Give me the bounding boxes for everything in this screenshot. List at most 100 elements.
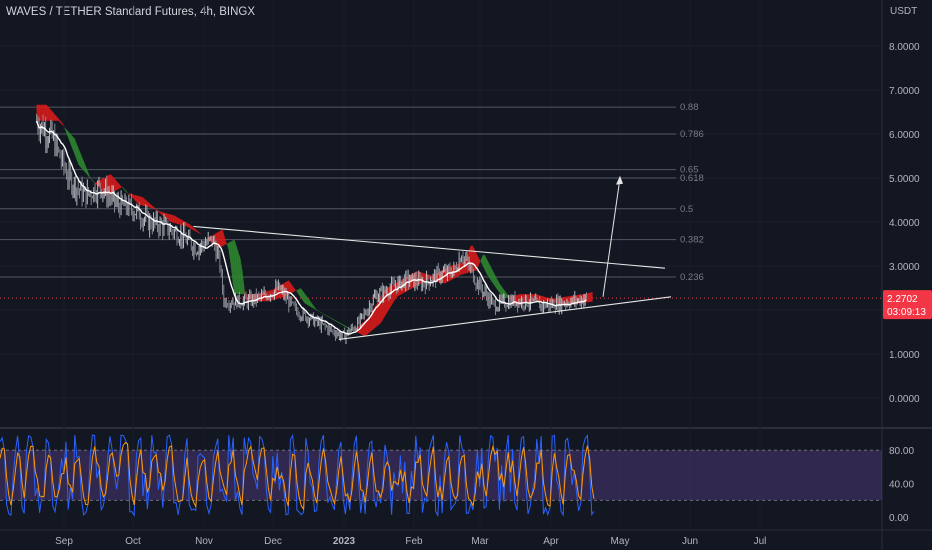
- cloud-segment: [186, 222, 189, 228]
- cloud-segment: [222, 229, 225, 247]
- cloud-segment: [360, 322, 363, 336]
- time-axis[interactable]: Sep Oct Nov Dec 2023 Feb Mar Apr May Jun Jul: [55, 536, 766, 547]
- cloud-segment: [66, 129, 69, 139]
- cloud-segment: [540, 295, 543, 302]
- cloud-segment: [472, 245, 475, 272]
- cloud-segment: [226, 242, 229, 250]
- cloud-segment: [74, 138, 77, 160]
- cloud-segment: [168, 213, 171, 223]
- cloud-segment: [80, 153, 83, 170]
- cloud-segment: [174, 215, 177, 224]
- cloud-segment: [238, 252, 241, 295]
- cloud-segment: [496, 277, 499, 292]
- cloud-segment: [492, 270, 495, 286]
- cloud-segment: [148, 202, 151, 208]
- cloud-segment: [498, 281, 501, 295]
- cloud-segment: [330, 317, 333, 320]
- cloud-segment: [376, 300, 379, 327]
- cloud-segment: [590, 292, 593, 302]
- cloud-segment: [290, 282, 293, 294]
- cloud-segment: [240, 259, 243, 295]
- fib-level-label: 0.88: [680, 102, 699, 113]
- cloud-segment: [136, 195, 139, 205]
- cloud-segment: [482, 254, 485, 270]
- upper-trendline: [193, 225, 666, 269]
- cloud-segment: [134, 194, 137, 203]
- stoch-tick-label: 40.00: [889, 480, 914, 491]
- cloud-segment: [336, 320, 339, 323]
- fib-level-label: 0.382: [680, 235, 704, 246]
- cloud-segment: [306, 295, 309, 306]
- cloud-segment: [318, 310, 321, 313]
- chart[interactable]: 1.2720.880.7860.650.6180.50.3820.236 USD…: [0, 0, 932, 550]
- fib-level-label: 0.5: [680, 204, 693, 215]
- cloud-segment: [194, 228, 197, 232]
- cloud-segment: [488, 262, 491, 281]
- price-tick-label: 7.0000: [889, 86, 920, 97]
- time-tick-label: Dec: [264, 536, 282, 547]
- cloud-segment: [312, 304, 315, 310]
- cloud-segment: [302, 290, 305, 304]
- cloud-segment: [176, 216, 179, 225]
- cloud-segment: [170, 214, 173, 223]
- cloud-segment: [172, 215, 175, 224]
- cloud-segment: [320, 312, 323, 314]
- cloud-segment: [56, 116, 59, 121]
- cloud-segment: [230, 240, 233, 282]
- cloud-segment: [200, 233, 203, 236]
- cloud-segment: [328, 316, 331, 319]
- fib-level-label: 0.618: [680, 173, 704, 184]
- price-tick-label: 0.0000: [889, 394, 920, 405]
- time-tick-label: Jun: [682, 536, 698, 547]
- cloud-segment: [486, 258, 489, 278]
- cloud-segment: [150, 204, 153, 209]
- cloud-segment: [480, 255, 483, 266]
- price-tick-label: 1.0000: [889, 350, 920, 361]
- current-price-label: 2.2702: [887, 294, 918, 305]
- trendline-drawings[interactable]: [193, 175, 672, 341]
- stoch-tick-label: 0.00: [889, 513, 909, 524]
- cloud-segment: [304, 293, 307, 305]
- cloud-segment: [234, 239, 237, 295]
- time-tick-label: Nov: [195, 536, 213, 547]
- cloud-segment: [334, 319, 337, 322]
- target-arrow-shaft: [602, 177, 621, 297]
- cloud-segment: [124, 189, 127, 193]
- cloud-segment: [220, 229, 223, 248]
- cloud-segment: [180, 219, 183, 226]
- cloud-segment: [140, 196, 143, 206]
- cloud-segment: [196, 230, 199, 234]
- cloud-segment: [46, 104, 49, 121]
- cloud-segment: [192, 226, 195, 231]
- price-tick-label: 6.0000: [889, 130, 920, 141]
- price-tick-label: 5.0000: [889, 174, 920, 185]
- time-tick-label: Mar: [471, 536, 489, 547]
- price-tick-label: 3.0000: [889, 262, 920, 273]
- cloud-segment: [236, 246, 239, 295]
- cloud-segment: [324, 314, 327, 316]
- time-tick-label: Feb: [405, 536, 423, 547]
- time-tick-label: Sep: [55, 536, 73, 547]
- target-arrow-head: [616, 175, 623, 185]
- price-tick-label: 4.0000: [889, 218, 920, 229]
- price-axis[interactable]: USDT 8.0000 7.0000 6.0000 5.0000 4.0000 3.0000…: [883, 6, 932, 524]
- cloud-segment: [118, 183, 121, 189]
- cloud-segment: [84, 163, 87, 175]
- cloud-segment: [294, 288, 297, 292]
- time-tick-label: Apr: [543, 536, 559, 547]
- fib-level-label: 0.786: [680, 129, 704, 140]
- cloud-segment: [588, 292, 591, 303]
- cloud-segment: [310, 301, 313, 308]
- cloud-segment: [160, 211, 163, 216]
- time-tick-label: Jul: [754, 536, 767, 547]
- time-tick-label: May: [611, 536, 630, 547]
- cloud-segment: [490, 266, 493, 283]
- cloud-segment: [50, 109, 53, 121]
- cloud-segment: [296, 289, 299, 295]
- cloud-segment: [178, 217, 181, 225]
- cloud-segment: [82, 158, 85, 172]
- fib-retracement[interactable]: 1.2720.880.7860.650.6180.50.3820.236: [0, 0, 882, 299]
- cloud-segment: [544, 296, 547, 302]
- time-tick-label: Oct: [125, 536, 141, 547]
- cloud-segment: [60, 120, 63, 126]
